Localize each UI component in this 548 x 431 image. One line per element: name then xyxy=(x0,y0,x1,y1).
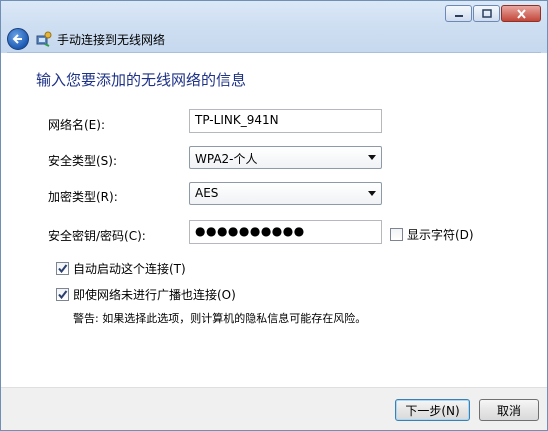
dropdown-arrow-icon xyxy=(368,155,376,160)
window-title: 手动连接到无线网络 xyxy=(57,33,166,47)
encryption-type-label: 加密类型(R): xyxy=(48,190,118,204)
checkmark-icon xyxy=(58,264,68,274)
checkmark-icon xyxy=(58,290,68,300)
security-key-input[interactable]: ●●●●●●●●●● xyxy=(189,220,382,244)
show-characters-label: 显示字符(D) xyxy=(407,228,474,242)
connect-hidden-label: 即使网络未进行广播也连接(O) xyxy=(73,288,236,302)
minimize-icon xyxy=(454,14,463,17)
security-type-label: 安全类型(S): xyxy=(48,154,118,168)
auto-connect-checkbox[interactable] xyxy=(56,262,69,275)
page-heading: 输入您要添加的无线网络的信息 xyxy=(36,71,247,89)
security-key-label: 安全密钥/密码(C): xyxy=(48,229,146,243)
encryption-type-select[interactable]: AES xyxy=(189,182,382,205)
cancel-button[interactable]: 取消 xyxy=(479,399,539,421)
next-button[interactable]: 下一步(N) xyxy=(395,399,470,421)
connect-hidden-checkbox[interactable] xyxy=(56,288,69,301)
network-name-input[interactable]: TP-LINK_941N xyxy=(189,109,382,133)
show-characters-checkbox[interactable] xyxy=(390,228,403,241)
network-wizard-icon xyxy=(36,31,52,47)
minimize-button[interactable] xyxy=(445,5,472,22)
close-icon xyxy=(516,8,526,19)
privacy-warning: 警告: 如果选择此选项，则计算机的隐私信息可能存在风险。 xyxy=(73,312,367,325)
auto-connect-option[interactable]: 自动启动这个连接(T) xyxy=(56,260,186,277)
network-name-label: 网络名(E): xyxy=(48,118,105,132)
auto-connect-label: 自动启动这个连接(T) xyxy=(73,262,186,276)
dropdown-arrow-icon xyxy=(368,191,376,196)
dialog-window: 手动连接到无线网络 输入您要添加的无线网络的信息 网络名(E): TP-LINK… xyxy=(0,0,548,431)
caption-buttons xyxy=(445,5,541,22)
close-button[interactable] xyxy=(501,5,541,22)
maximize-icon xyxy=(481,9,492,18)
back-button[interactable] xyxy=(7,28,29,50)
back-arrow-icon xyxy=(12,34,22,44)
encryption-type-value: AES xyxy=(195,186,219,200)
connect-hidden-option[interactable]: 即使网络未进行广播也连接(O) xyxy=(56,286,236,303)
security-type-value: WPA2-个人 xyxy=(195,152,258,166)
security-type-select[interactable]: WPA2-个人 xyxy=(189,146,382,169)
title-bar: 手动连接到无线网络 xyxy=(1,1,547,53)
show-characters-option[interactable]: 显示字符(D) xyxy=(390,226,474,243)
maximize-button[interactable] xyxy=(473,5,500,22)
